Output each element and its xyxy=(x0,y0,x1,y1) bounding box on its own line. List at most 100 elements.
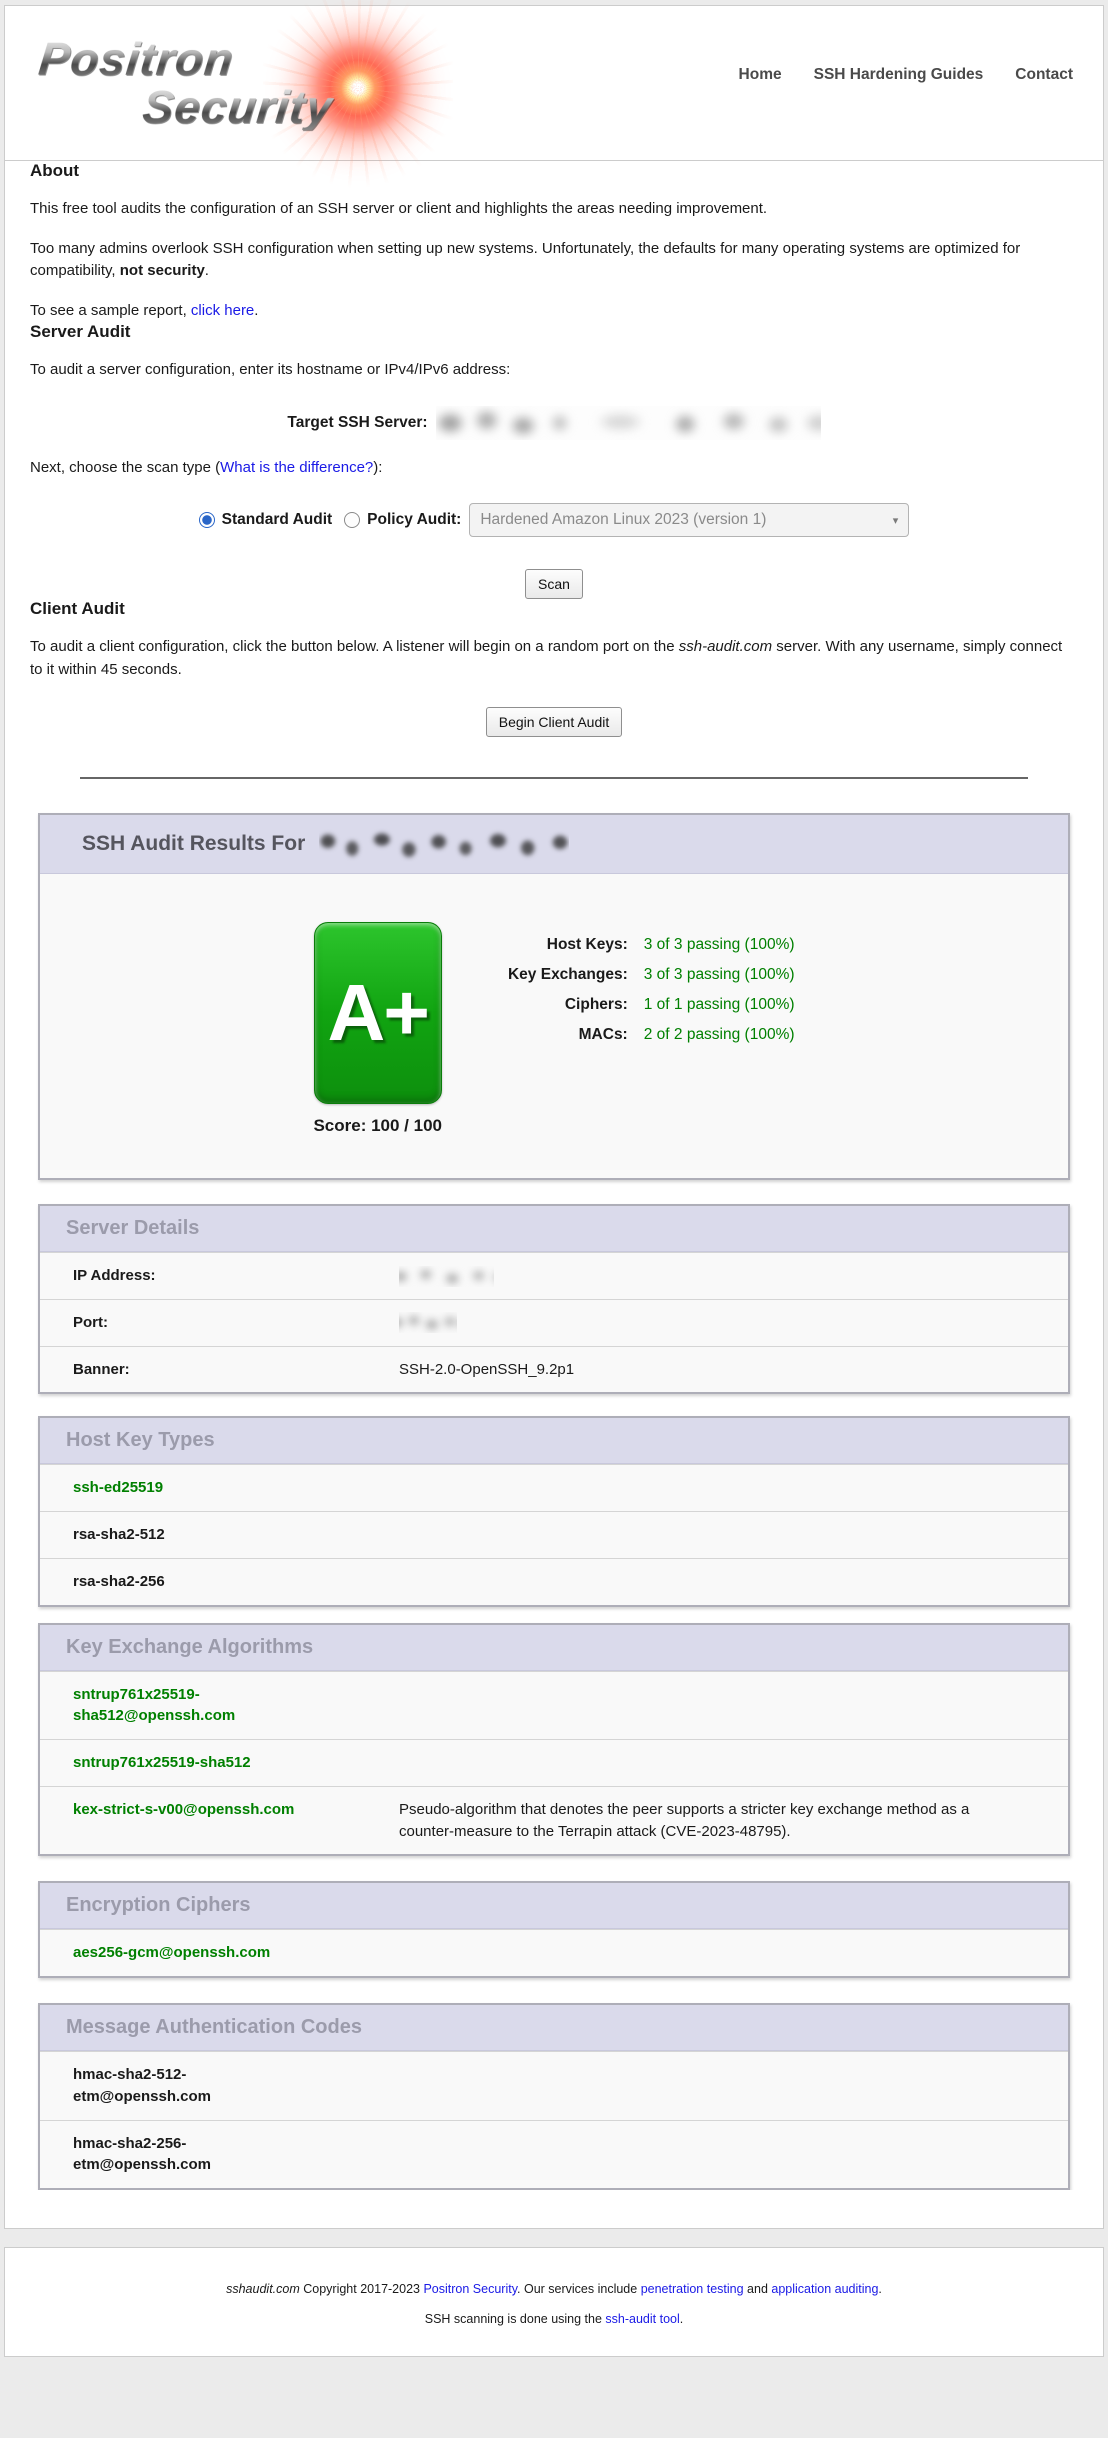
results-panel: SSH Audit Results For A+ Score: 100 / 10… xyxy=(38,813,1070,1180)
results-divider xyxy=(80,777,1028,779)
banner-label: Banner: xyxy=(73,1359,399,1381)
server-details-header: Server Details xyxy=(40,1206,1068,1252)
host-key-types-panel: Host Key Types ssh-ed25519 rsa-sha2-512 … xyxy=(38,1416,1070,1606)
about-p3-text: To see a sample report, xyxy=(30,302,191,319)
scan-type-text: Next, choose the scan type ( xyxy=(30,459,220,476)
client-audit-paragraph: To audit a client configuration, click t… xyxy=(30,636,1078,681)
target-server-row: Target SSH Server: xyxy=(30,406,1078,440)
cipher-name: aes256-gcm@openssh.com xyxy=(73,1942,270,1964)
policy-select-value: Hardened Amazon Linux 2023 (version 1) xyxy=(480,511,892,529)
results-title: SSH Audit Results For xyxy=(82,832,305,856)
macs-header: Message Authentication Codes xyxy=(40,2005,1068,2051)
server-audit-intro: To audit a server configuration, enter i… xyxy=(30,359,1078,382)
list-item: kex-strict-s-v00@openssh.com Pseudo-algo… xyxy=(40,1786,1068,1855)
client-audit-button-row: Begin Client Audit xyxy=(30,707,1078,737)
policy-select[interactable]: Hardened Amazon Linux 2023 (version 1) ▾ xyxy=(469,503,909,537)
list-item: hmac-sha2-256- etm@openssh.com xyxy=(40,2120,1068,2189)
about-paragraph-3: To see a sample report, click here. xyxy=(30,300,1078,323)
list-item: rsa-sha2-512 xyxy=(40,1511,1068,1558)
nav-home[interactable]: Home xyxy=(739,66,782,84)
kex-name: sntrup761x25519- sha512@openssh.com xyxy=(73,1684,399,1728)
footer-line-1: sshaudit.com Copyright 2017-2023 Positro… xyxy=(25,2282,1083,2296)
kex-name: kex-strict-s-v00@openssh.com xyxy=(73,1799,399,1843)
list-item: sntrup761x25519-sha512 xyxy=(40,1739,1068,1786)
nav-ssh-hardening-guides[interactable]: SSH Hardening Guides xyxy=(814,66,984,84)
standard-audit-radio[interactable] xyxy=(199,512,215,528)
server-audit-heading: Server Audit xyxy=(30,322,1078,342)
stat-label-ciphers: Ciphers: xyxy=(508,996,628,1014)
begin-client-audit-button[interactable]: Begin Client Audit xyxy=(486,707,623,737)
footer-penetration-testing-link[interactable]: penetration testing xyxy=(641,2282,744,2296)
stat-value-host-keys: 3 of 3 passing (100%) xyxy=(644,936,795,954)
stat-label-key-exchanges: Key Exchanges: xyxy=(508,966,628,984)
footer: sshaudit.com Copyright 2017-2023 Positro… xyxy=(4,2247,1104,2357)
logo-word-security: Security xyxy=(141,84,335,130)
standard-audit-label[interactable]: Standard Audit xyxy=(222,511,333,529)
grade-letter: A+ xyxy=(327,967,428,1059)
ip-address-label: IP Address: xyxy=(73,1265,399,1287)
footer-ssh-audit-tool-link[interactable]: ssh-audit tool xyxy=(605,2312,679,2326)
list-item: aes256-gcm@openssh.com xyxy=(40,1929,1068,1976)
grade-column: A+ Score: 100 / 100 xyxy=(313,922,442,1136)
footer-positron-security-link[interactable]: Positron Security xyxy=(423,2282,517,2296)
stat-label-macs: MACs: xyxy=(508,1026,628,1044)
redacted-port xyxy=(399,1312,457,1333)
client-audit-text: To audit a client configuration, click t… xyxy=(30,638,679,655)
stat-value-macs: 2 of 2 passing (100%) xyxy=(644,1026,795,1044)
target-server-label: Target SSH Server: xyxy=(287,414,427,432)
redacted-ip xyxy=(399,1266,494,1287)
host-key-name: rsa-sha2-512 xyxy=(73,1524,165,1546)
table-row: Port: xyxy=(40,1299,1068,1346)
card-bottom-spacer xyxy=(5,2190,1103,2228)
list-item: sntrup761x25519- sha512@openssh.com xyxy=(40,1671,1068,1740)
mac-name: hmac-sha2-512- etm@openssh.com xyxy=(73,2064,211,2108)
kex-note: Pseudo-algorithm that denotes the peer s… xyxy=(399,1799,1052,1843)
nav-contact[interactable]: Contact xyxy=(1015,66,1073,84)
about-p3-period: . xyxy=(254,302,258,319)
site-header: Positron Security Home SSH Hardening Gui… xyxy=(5,6,1103,161)
list-item: hmac-sha2-512- etm@openssh.com xyxy=(40,2051,1068,2120)
host-key-types-header: Host Key Types xyxy=(40,1418,1068,1464)
key-exchange-panel: Key Exchange Algorithms sntrup761x25519-… xyxy=(38,1623,1070,1857)
footer-site-name: sshaudit.com xyxy=(226,2282,300,2296)
banner-value: SSH-2.0-OpenSSH_9.2p1 xyxy=(399,1359,1052,1381)
scan-type-row: Standard Audit Policy Audit: Hardened Am… xyxy=(30,503,1078,537)
about-paragraph-1: This free tool audits the configuration … xyxy=(30,198,1078,221)
results-panel-header: SSH Audit Results For xyxy=(40,815,1068,874)
policy-audit-radio[interactable] xyxy=(344,512,360,528)
footer-text: . xyxy=(878,2282,881,2296)
positron-security-logo[interactable]: Positron Security xyxy=(39,36,333,130)
table-row: Banner: SSH-2.0-OpenSSH_9.2p1 xyxy=(40,1346,1068,1393)
list-item: ssh-ed25519 xyxy=(40,1464,1068,1511)
results-stats: Host Keys: 3 of 3 passing (100%) Key Exc… xyxy=(508,936,795,1044)
score-label: Score: 100 / 100 xyxy=(313,1116,442,1136)
main-nav: Home SSH Hardening Guides Contact xyxy=(739,66,1073,84)
stat-label-host-keys: Host Keys: xyxy=(508,936,628,954)
kex-note xyxy=(399,1752,1052,1774)
stat-value-key-exchanges: 3 of 3 passing (100%) xyxy=(644,966,795,984)
scan-type-difference-link[interactable]: What is the difference? xyxy=(220,459,373,476)
footer-text: . Our services include xyxy=(517,2282,641,2296)
footer-application-auditing-link[interactable]: application auditing xyxy=(771,2282,878,2296)
kex-note xyxy=(399,1684,1052,1728)
mac-name: hmac-sha2-256- etm@openssh.com xyxy=(73,2133,211,2177)
macs-panel: Message Authentication Codes hmac-sha2-5… xyxy=(38,2003,1070,2190)
redacted-hostname xyxy=(319,826,569,862)
kex-name: sntrup761x25519-sha512 xyxy=(73,1752,399,1774)
scan-type-paragraph: Next, choose the scan type (What is the … xyxy=(30,457,1078,480)
stat-value-ciphers: 1 of 1 passing (100%) xyxy=(644,996,795,1014)
sample-report-link[interactable]: click here xyxy=(191,302,254,319)
about-heading: About xyxy=(30,161,1078,181)
logo-word-positron: Positron xyxy=(37,36,236,82)
policy-audit-label[interactable]: Policy Audit: xyxy=(367,511,461,529)
about-paragraph-2: Too many admins overlook SSH configurati… xyxy=(30,238,1078,283)
scan-type-text-after: ): xyxy=(373,459,382,476)
port-label: Port: xyxy=(73,1312,399,1334)
about-p2-period: . xyxy=(205,262,209,279)
client-audit-heading: Client Audit xyxy=(30,599,1078,619)
footer-text: Copyright 2017-2023 xyxy=(300,2282,424,2296)
target-server-input[interactable] xyxy=(436,406,821,440)
scan-button[interactable]: Scan xyxy=(525,569,583,599)
footer-text: and xyxy=(744,2282,772,2296)
chevron-down-icon: ▾ xyxy=(893,514,899,527)
